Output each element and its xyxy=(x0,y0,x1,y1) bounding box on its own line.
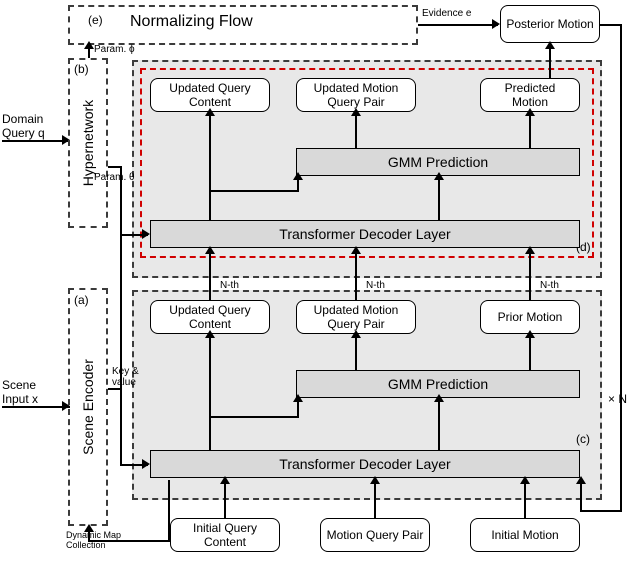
arrow xyxy=(580,510,622,512)
arrow-head xyxy=(142,229,150,239)
domain-query-label: DomainQuery q xyxy=(2,112,56,140)
initial-query-content: Initial Query Content xyxy=(170,518,280,552)
arrow xyxy=(209,190,299,192)
arrow xyxy=(600,24,622,26)
arrow-head xyxy=(351,246,361,254)
arrow xyxy=(418,24,498,26)
evidence-label: Evidence e xyxy=(422,8,471,19)
arrow-head xyxy=(525,108,535,116)
arrow xyxy=(529,114,531,148)
updated-query-content-bot: Updated Query Content xyxy=(150,300,270,334)
scene-input-label: SceneInput x xyxy=(2,378,52,406)
arrow xyxy=(2,406,70,408)
predicted-motion: Predicted Motion xyxy=(480,78,580,112)
arrow-head xyxy=(351,330,361,338)
arrow xyxy=(209,416,299,418)
arrow xyxy=(108,388,122,390)
arrow-head xyxy=(351,108,361,116)
arrow xyxy=(549,45,551,78)
arrow-head xyxy=(492,19,500,29)
motion-query-pair: Motion Query Pair xyxy=(320,518,430,552)
arrow xyxy=(438,400,440,450)
arrow xyxy=(2,140,70,142)
arrow xyxy=(108,166,122,168)
param-phi-label: Param. ϕ xyxy=(94,44,135,55)
arrow xyxy=(355,114,357,148)
arrow-head xyxy=(434,394,444,402)
scene-encoder-label: Scene Encoder xyxy=(80,359,96,455)
arrow-head xyxy=(205,108,215,116)
posterior-motion: Posterior Motion xyxy=(500,5,600,43)
tag-c: (c) xyxy=(576,432,590,446)
arrow xyxy=(529,250,531,300)
arrow xyxy=(355,336,357,370)
updated-motion-query-pair-bot: Updated Motion Query Pair xyxy=(296,300,416,334)
arrow xyxy=(355,250,357,300)
arrow-head xyxy=(293,394,303,402)
param-theta-label: Param. θ xyxy=(94,172,135,183)
arrow xyxy=(620,24,622,510)
transformer-decoder-top: Transformer Decoder Layer xyxy=(150,220,580,248)
hypernetwork-label-wrap: Hypernetwork xyxy=(68,58,108,228)
arrow xyxy=(224,480,226,518)
arrow-head xyxy=(293,172,303,180)
arrow-head xyxy=(205,246,215,254)
key-value-label: Key &value xyxy=(112,366,148,388)
arrow xyxy=(374,480,376,518)
nth-label-1: N-th xyxy=(220,280,239,291)
arrow-head xyxy=(525,330,535,338)
arrow-head xyxy=(434,172,444,180)
arrow xyxy=(580,480,582,510)
nth-label-3: N-th xyxy=(540,280,559,291)
arrow xyxy=(438,178,440,220)
updated-motion-query-pair-top: Updated Motion Query Pair xyxy=(296,78,416,112)
arrow-head xyxy=(545,41,555,49)
transformer-decoder-bot: Transformer Decoder Layer xyxy=(150,450,580,478)
arrow-head xyxy=(520,476,530,484)
arrow xyxy=(168,480,170,540)
arrow-head xyxy=(370,476,380,484)
arrow xyxy=(209,336,211,450)
arrow xyxy=(529,336,531,370)
arrow-head xyxy=(576,476,586,484)
updated-query-content-top: Updated Query Content xyxy=(150,78,270,112)
arrow xyxy=(209,114,211,220)
scene-encoder-label-wrap: Scene Encoder xyxy=(68,288,108,526)
times-n-label: × N xyxy=(608,392,627,406)
nth-label-2: N-th xyxy=(366,280,385,291)
arrow-head xyxy=(142,459,150,469)
arrow xyxy=(524,480,526,518)
arrow-head xyxy=(525,246,535,254)
arrow-head xyxy=(84,41,94,49)
arrow xyxy=(209,250,211,300)
arrow xyxy=(120,234,122,466)
tag-e: (e) xyxy=(88,13,103,27)
initial-motion: Initial Motion xyxy=(470,518,580,552)
prior-motion: Prior Motion xyxy=(480,300,580,334)
arrow-head xyxy=(205,330,215,338)
normalizing-flow-label: Normalizing Flow xyxy=(130,13,253,31)
dynamic-map-label: Dynamic MapCollection xyxy=(66,530,146,550)
arrow-head xyxy=(220,476,230,484)
